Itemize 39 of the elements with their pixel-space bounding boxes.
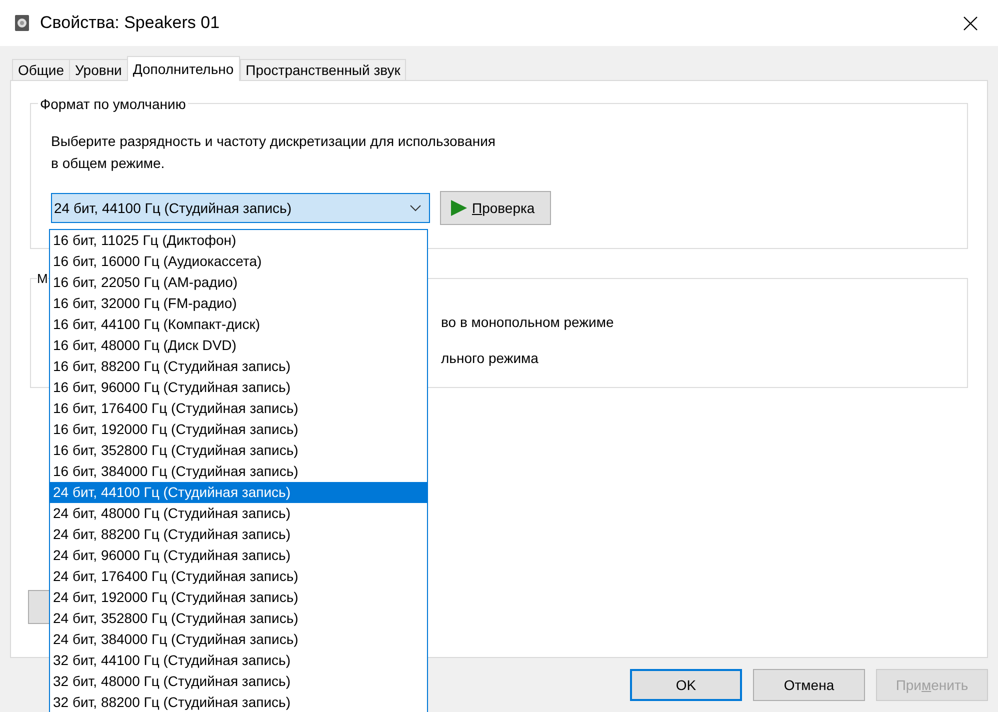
dropdown-option[interactable]: 32 бит, 88200 Гц (Студийная запись) bbox=[50, 692, 427, 712]
dropdown-option[interactable]: 16 бит, 96000 Гц (Студийная запись) bbox=[50, 377, 427, 398]
tab[interactable]: Уровни bbox=[69, 59, 128, 80]
test-button[interactable]: Проверка bbox=[440, 191, 551, 225]
option-label: льного режима bbox=[441, 349, 540, 368]
dropdown-option[interactable]: 24 бит, 96000 Гц (Студийная запись) bbox=[50, 545, 427, 566]
description: Выберите разрядность и частоту дискретизации для использования в общем режиме. bbox=[51, 132, 496, 173]
dropdown-option[interactable]: 16 бит, 16000 Гц (Аудиокассета) bbox=[50, 251, 427, 272]
dropdown-option[interactable]: 32 бит, 44100 Гц (Студийная запись) bbox=[50, 650, 427, 671]
dropdown-option[interactable]: 24 бит, 88200 Гц (Студийная запись) bbox=[50, 524, 427, 545]
dropdown-option[interactable]: 16 бит, 44100 Гц (Компакт-диск) bbox=[50, 314, 427, 335]
window-title: Свойства: Speakers 01 bbox=[40, 12, 220, 34]
dropdown-option[interactable]: 16 бит, 48000 Гц (Диск DVD) bbox=[50, 335, 427, 356]
dropdown-option[interactable]: 16 бит, 11025 Гц (Диктофон) bbox=[50, 230, 427, 251]
tab[interactable]: Пространственный звук bbox=[240, 59, 406, 80]
dropdown-option[interactable]: 16 бит, 176400 Гц (Студийная запись) bbox=[50, 398, 427, 419]
dialog-button[interactable]: Отмена bbox=[753, 669, 865, 701]
dropdown-option[interactable]: 16 бит, 88200 Гц (Студийная запись) bbox=[50, 356, 427, 377]
dropdown-option[interactable]: 16 бит, 32000 Гц (FM-радио) bbox=[50, 293, 427, 314]
chevron-down-icon bbox=[410, 204, 421, 212]
close-icon bbox=[962, 16, 978, 30]
dropdown-option[interactable]: 16 бит, 384000 Гц (Студийная запись) bbox=[50, 461, 427, 482]
dropdown-option[interactable]: 16 бит, 192000 Гц (Студийная запись) bbox=[50, 419, 427, 440]
dropdown-option[interactable]: 24 бит, 44100 Гц (Студийная запись) bbox=[50, 482, 427, 503]
option-label: во в монопольном режиме bbox=[441, 313, 615, 332]
dropdown-option[interactable]: 24 бит, 352800 Гц (Студийная запись) bbox=[50, 608, 427, 629]
format-dropdown[interactable]: 24 бит, 44100 Гц (Студийная запись) bbox=[51, 193, 430, 223]
dropdown-option[interactable]: 24 бит, 192000 Гц (Студийная запись) bbox=[50, 587, 427, 608]
tab[interactable]: Общие bbox=[12, 59, 70, 80]
dropdown-option[interactable]: 24 бит, 176400 Гц (Студийная запись) bbox=[50, 566, 427, 587]
dropdown-option[interactable]: 16 бит, 22050 Гц (AM-радио) bbox=[50, 272, 427, 293]
speaker-icon bbox=[14, 14, 30, 32]
dropdown-option[interactable]: 24 бит, 384000 Гц (Студийная запись) bbox=[50, 629, 427, 650]
dialog-button[interactable]: OK bbox=[630, 669, 742, 701]
dropdown-option[interactable]: 24 бит, 48000 Гц (Студийная запись) bbox=[50, 503, 427, 524]
dropdown-option[interactable]: 16 бит, 352800 Гц (Студийная запись) bbox=[50, 440, 427, 461]
play-icon bbox=[450, 199, 468, 217]
dropdown-option[interactable]: 32 бит, 48000 Гц (Студийная запись) bbox=[50, 671, 427, 692]
tab[interactable]: Дополнительно bbox=[126, 56, 240, 81]
